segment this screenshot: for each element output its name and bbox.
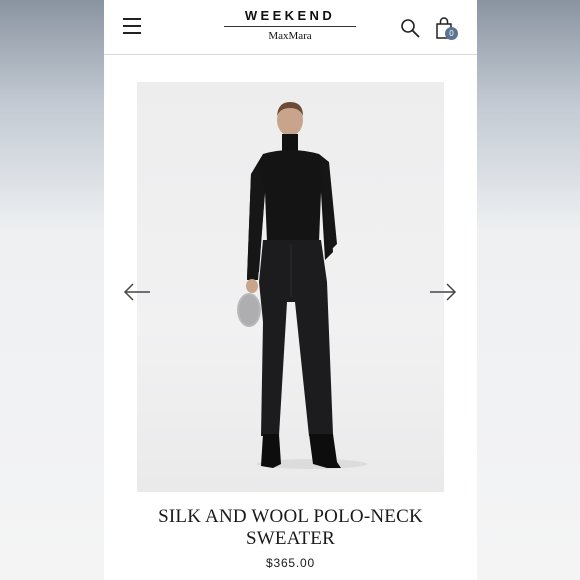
product-image[interactable] xyxy=(137,82,444,492)
product-page: WEEKEND MaxMara 0 SILK AND WOOL POLO-NEC… xyxy=(104,0,477,580)
brand-logo-weekend: WEEKEND xyxy=(244,8,336,23)
menu-icon[interactable] xyxy=(123,18,141,34)
product-price: $365.00 xyxy=(266,556,315,570)
brand-logo[interactable]: WEEKEND MaxMara xyxy=(224,8,356,42)
product-title-line2: SWEATER xyxy=(245,528,335,549)
logo-divider xyxy=(224,26,356,27)
brand-logo-maxmara: MaxMara xyxy=(268,30,312,42)
model-photo xyxy=(237,102,367,469)
arrow-right-icon[interactable] xyxy=(429,282,457,302)
site-header: WEEKEND MaxMara 0 xyxy=(104,0,477,55)
search-icon[interactable] xyxy=(400,18,420,38)
cart-count-badge: 0 xyxy=(445,27,458,40)
product-title-line1: SILK AND WOOL POLO-NECK xyxy=(158,506,423,527)
product-title: SILK AND WOOL POLO-NECK SWEATER xyxy=(104,506,477,550)
arrow-left-icon[interactable] xyxy=(123,282,151,302)
